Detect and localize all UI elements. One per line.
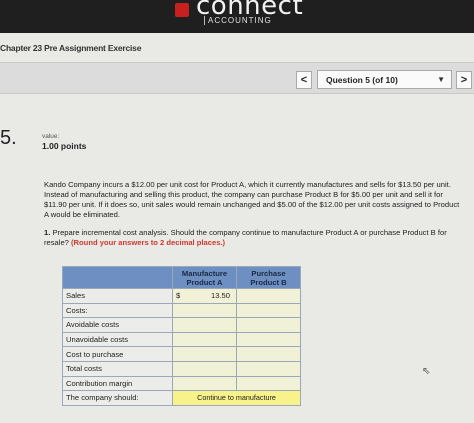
total-costs-product-a-input[interactable] [172,360,237,377]
costs-product-b-cell [236,302,301,319]
table-row: Avoidable costs [62,317,301,333]
table-row: Total costs [62,360,301,377]
logo-icon [175,3,189,17]
table-row: Cost to purchase [62,346,301,362]
question-select[interactable]: Question 5 (of 10) ▼ [317,70,452,89]
table-row: The company should: Continue to manufact… [62,390,301,406]
contribution-margin-product-b-input[interactable] [236,375,301,392]
requirement-text: 1. Prepare incremental cost analysis. Sh… [44,228,459,248]
sales-product-a-value: 13.50 [210,291,230,301]
company-should-label: The company should: [62,390,173,406]
question-points: 1.00 points [42,141,87,151]
sales-product-b-input[interactable] [236,288,301,304]
previous-question-button[interactable]: < [296,71,312,89]
contribution-margin-label: Contribution margin [62,375,173,392]
value-label: value: [42,133,60,140]
costs-product-a-cell [172,302,237,319]
avoidable-costs-product-a-input[interactable] [172,317,237,333]
requirement-number: 1. [44,228,51,237]
question-number: 5. [0,127,17,149]
table-row: Costs: [62,302,301,319]
avoidable-costs-label: Avoidable costs [62,317,173,333]
currency-symbol: $ [176,291,181,301]
assignment-title: Chapter 23 Pre Assignment Exercise [0,43,142,53]
unavoidable-costs-label: Unavoidable costs [62,331,173,348]
unavoidable-costs-product-a-input[interactable] [172,331,237,348]
question-nav-bar: < Question 5 (of 10) ▼ > [0,62,474,94]
cost-to-purchase-product-b-input[interactable] [236,346,301,362]
caret-down-icon: ▼ [437,75,445,84]
contribution-margin-product-a-input[interactable] [172,375,237,392]
table-corner-header [62,266,173,289]
sales-product-a-input[interactable]: $ 13.50 [172,288,237,304]
logo-subtitle: ACCOUNTING [204,16,272,25]
table-row: Sales $ 13.50 [62,288,301,304]
cost-to-purchase-product-a-input[interactable] [172,346,237,362]
mouse-cursor-icon: ⇖ [422,366,431,377]
manufacture-product-a-header: Manufacture Product A [172,266,237,289]
unavoidable-costs-product-b-input[interactable] [236,331,301,348]
incremental-analysis-table: Manufacture Product A Purchase Product B… [62,266,301,406]
purchase-product-b-header: Purchase Product B [236,266,301,289]
question-select-label: Question 5 (of 10) [326,75,398,85]
table-row: Unavoidable costs [62,331,301,348]
costs-label: Costs: [62,302,173,319]
app-header: connect ACCOUNTING [0,0,474,33]
cost-to-purchase-label: Cost to purchase [62,346,173,362]
total-costs-product-b-input[interactable] [236,360,301,377]
rounding-hint: (Round your answers to 2 decimal places.… [71,238,226,247]
avoidable-costs-product-b-input[interactable] [236,317,301,333]
problem-text: Kando Company incurs a $12.00 per unit c… [44,180,460,219]
company-decision-select[interactable]: Continue to manufacture [172,390,301,406]
next-question-button[interactable]: > [456,71,472,89]
total-costs-label: Total costs [62,360,173,377]
sales-label: Sales [62,288,173,304]
table-row: Contribution margin [62,375,301,392]
